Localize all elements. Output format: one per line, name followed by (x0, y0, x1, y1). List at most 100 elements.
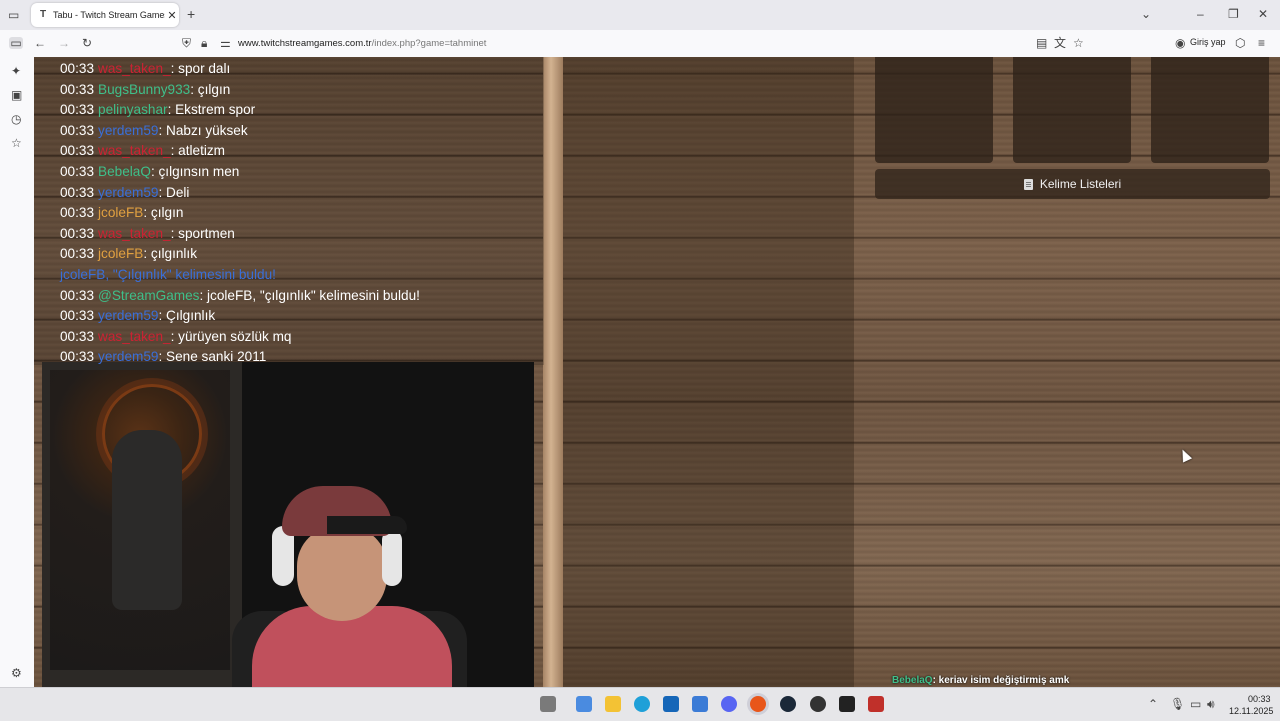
chat-username: was_taken_ (98, 328, 171, 344)
chat-text: : çılgınsın men (150, 164, 240, 179)
chat-text: : çılgınlık (143, 246, 197, 262)
chat-timestamp: 00:33 (60, 349, 95, 365)
tab-tabu[interactable]: T Tabu - Twitch Stream Games ✕ (31, 3, 179, 27)
widgets-icon[interactable] (576, 696, 592, 712)
reload-icon[interactable]: ↻ (82, 37, 92, 49)
close-tab-icon[interactable]: ✕ (165, 9, 179, 22)
chat-text: : çılgın (190, 81, 231, 97)
synced-tabs-icon[interactable]: ▣ (11, 89, 22, 101)
ai-chatbot-icon[interactable]: ✦ (11, 65, 21, 77)
chat-timestamp: 00:33 (60, 164, 95, 179)
tab-bar: ▭ T Tabu - Twitch Stream Games ✕ + ⌄ – ❐… (0, 0, 1280, 30)
chat-timestamp: 00:33 (60, 61, 95, 76)
bookmark-star-icon[interactable]: ☆ (1073, 37, 1084, 49)
reader-view-icon[interactable]: ▤ (1036, 37, 1047, 49)
url-path: /index.php?game=tahminet (371, 38, 487, 49)
chat-timestamp: 00:33 (60, 184, 95, 200)
signin-button[interactable]: Giriş yap (1190, 37, 1226, 47)
wood-divider (543, 57, 563, 687)
overlay-chat-message: BebelaQ: keriav isim değiştirmiş amk (892, 675, 1069, 686)
chat-message: 00:33 was_taken_: spor dalı (60, 61, 230, 77)
clock-time[interactable]: 00:33 (1248, 694, 1271, 704)
overlay-chat-user: BebelaQ (892, 675, 933, 686)
lock-icon[interactable]: 🔒︎ (201, 37, 207, 49)
chat-message: 00:33 jcoleFB: çılgın (60, 205, 183, 221)
minimize-icon[interactable]: – (1197, 8, 1204, 20)
chat-message: 00:33 yerdem59: Deli (60, 185, 189, 201)
firefox-icon[interactable] (750, 696, 766, 712)
chat-username: was_taken_ (98, 61, 171, 76)
browser-sidebar: ✦ ▣ ◷ ☆ ⚙ (0, 57, 35, 720)
chat-timestamp: 00:33 (60, 205, 95, 221)
maximize-icon[interactable]: ❐ (1228, 8, 1239, 20)
shield-icon[interactable]: ⛨ (182, 37, 191, 49)
taskview-icon[interactable] (540, 696, 556, 712)
chat-text: : çılgın (143, 205, 184, 221)
chat-timestamp: 00:33 (60, 102, 95, 118)
back-icon[interactable]: ← (34, 37, 46, 49)
chat-timestamp: 00:33 (60, 122, 95, 138)
outlook-icon[interactable] (692, 696, 708, 712)
team-slot (1013, 57, 1131, 163)
chat-username: jcoleFB (98, 205, 144, 221)
bookmarks-icon[interactable]: ☆ (11, 137, 22, 149)
clipboard-icon (1023, 178, 1033, 190)
sidebar-toggle-icon[interactable]: ▭ (9, 37, 23, 49)
display-icon[interactable]: ▭ (1190, 698, 1201, 710)
chat-message: 00:33 @StreamGames: jcoleFB, "çılgınlık" … (60, 288, 420, 304)
chat-text: jcoleFB, "Çılgınlık" kelimesini buldu! (60, 267, 276, 282)
settings-gear-icon[interactable]: ⚙ (11, 667, 22, 679)
word-lists-button[interactable]: Kelime Listeleri (875, 169, 1270, 199)
menu-icon[interactable]: ≡ (1258, 37, 1265, 49)
tab-list-icon[interactable]: ▭ (8, 9, 19, 21)
chat-message: 00:33 yerdem59: Nabzı yüksek (60, 123, 248, 139)
microphone-icon[interactable]: 🎙︎ (1170, 698, 1185, 710)
chat-text: : Deli (158, 184, 190, 200)
discord-icon[interactable] (721, 696, 737, 712)
chat-username: yerdem59 (98, 184, 159, 200)
close-window-icon[interactable]: ✕ (1258, 8, 1268, 20)
chat-message: 00:33 was_taken_: sportmen (60, 226, 235, 242)
edge-icon[interactable] (634, 696, 650, 712)
game-launcher-icon[interactable] (868, 696, 884, 712)
webcam-feed (42, 362, 534, 687)
tab-title: Tabu - Twitch Stream Games (53, 10, 165, 20)
chat-text: : atletizm (170, 143, 225, 159)
chat-text: : Nabzı yüksek (158, 122, 248, 138)
clock-date[interactable]: 12.11.2025 (1229, 706, 1273, 716)
chat-username: was_taken_ (98, 143, 171, 159)
chat-timestamp: 00:33 (60, 81, 95, 97)
chat-username: BebelaQ (98, 164, 151, 179)
new-tab-icon[interactable]: + (187, 7, 195, 21)
chat-message: 00:33 pelinyashar: Ekstrem spor (60, 102, 255, 118)
permissions-icon[interactable]: ⚌ (220, 37, 231, 49)
chat-timestamp: 00:33 (60, 246, 95, 262)
chat-message: 00:33 was_taken_: atletizm (60, 143, 225, 159)
chat-message-list: 00:33 was_taken_: spor dalı 00:33 BugsBunny… (34, 57, 544, 367)
file-explorer-icon[interactable] (605, 696, 621, 712)
history-icon[interactable]: ◷ (11, 113, 21, 125)
obs-icon[interactable] (810, 696, 826, 712)
epic-games-icon[interactable] (839, 696, 855, 712)
forward-icon[interactable]: → (58, 37, 70, 49)
store-icon[interactable] (663, 696, 679, 712)
chat-timestamp: 00:33 (60, 328, 95, 344)
translate-icon[interactable]: 文 (1054, 37, 1066, 49)
address-bar[interactable]: www.twitchstreamgames.com.tr/index.php?g… (238, 38, 486, 49)
steam-icon[interactable] (780, 696, 796, 712)
tray-chevron-icon[interactable]: ⌃ (1148, 698, 1158, 710)
volume-icon[interactable]: 🔊︎ (1207, 698, 1215, 710)
team-slot (875, 57, 993, 163)
chat-username: yerdem59 (98, 308, 159, 324)
chat-text: : Ekstrem spor (167, 102, 256, 118)
chat-timestamp: 00:33 (60, 143, 95, 159)
team-slot (1151, 57, 1269, 163)
chat-message: 00:33 BugsBunny933: çılgın (60, 82, 230, 98)
url-domain: www.twitchstreamgames.com.tr (238, 38, 372, 49)
chat-message: 00:33 was_taken_: yürüyen sözlük mq (60, 329, 291, 345)
chevron-down-icon[interactable]: ⌄ (1141, 8, 1151, 20)
chat-text: : Sene sanki 2011 (158, 349, 267, 365)
chat-text: : yürüyen sözlük mq (170, 328, 292, 344)
chat-message: 00:33 yerdem59: Sene sanki 2011 (60, 349, 266, 365)
extensions-icon[interactable]: ⬡ (1235, 37, 1245, 49)
